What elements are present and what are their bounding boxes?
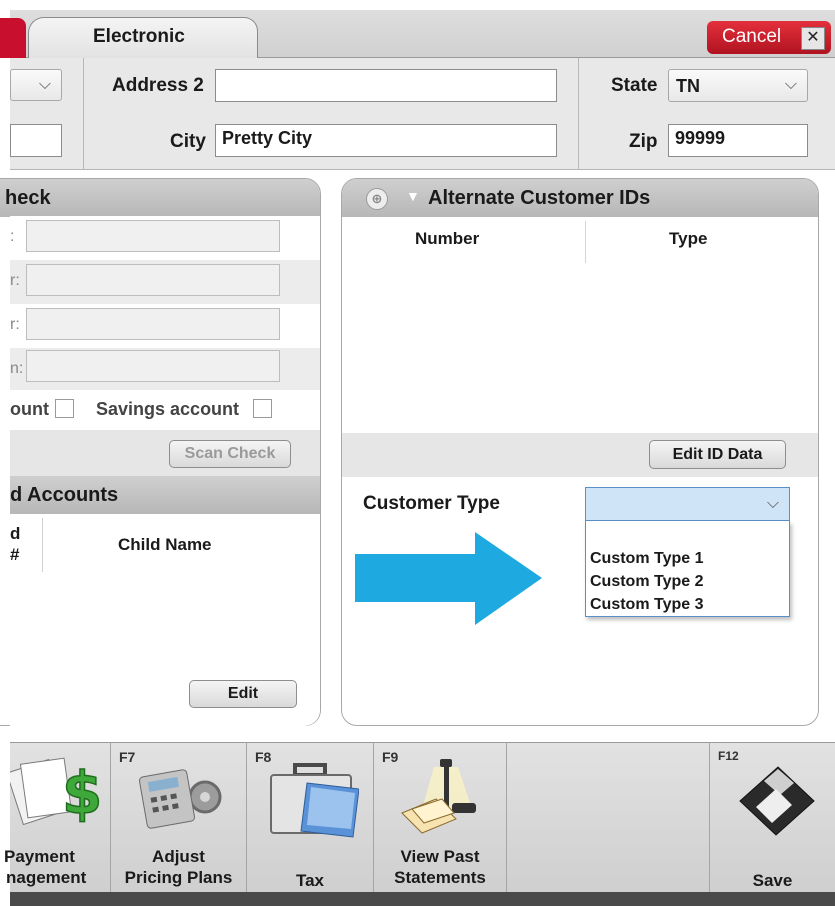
number-column-header: Number bbox=[415, 229, 480, 248]
savings-account-checkbox[interactable] bbox=[253, 399, 272, 418]
child-accounts-table: d # Child Name Edit bbox=[10, 514, 320, 726]
check-row: r: bbox=[10, 304, 320, 348]
address2-field[interactable] bbox=[215, 69, 557, 102]
customer-type-dropdown: Custom Type 1 Custom Type 2 Custom Type … bbox=[585, 521, 790, 617]
tab-electronic-label: Electronic bbox=[93, 26, 185, 47]
cancel-button[interactable]: Cancel ✕ bbox=[707, 21, 831, 54]
dropdown-option[interactable]: Custom Type 2 bbox=[590, 570, 704, 593]
divider bbox=[578, 58, 579, 170]
type-column-header: Type bbox=[669, 229, 708, 248]
payment-label-line1: Payment bbox=[4, 847, 75, 866]
check-row-label: : bbox=[10, 228, 15, 245]
check-row: r: bbox=[10, 260, 320, 304]
check-row-label: r: bbox=[10, 316, 20, 333]
zip-label: Zip bbox=[629, 131, 658, 152]
f12-key-label: F12 bbox=[718, 749, 739, 763]
statements-label-line1: View Past bbox=[400, 847, 480, 866]
expand-icon[interactable]: ⊕ bbox=[366, 188, 388, 210]
child-accounts-title: d Accounts bbox=[10, 484, 119, 506]
edit-id-data-button[interactable]: Edit ID Data bbox=[649, 440, 786, 469]
status-bar bbox=[10, 892, 835, 906]
pricing-label-line2: Pricing Plans bbox=[124, 868, 233, 887]
save-button[interactable]: F12 Save bbox=[710, 743, 835, 892]
divider bbox=[83, 58, 84, 170]
check-row: n: bbox=[10, 348, 320, 390]
city-label: City bbox=[170, 131, 206, 152]
country-select[interactable]: ⌵ bbox=[10, 69, 62, 101]
check-row-label: n: bbox=[10, 360, 24, 377]
chevron-down-icon: ⌵ bbox=[766, 495, 779, 512]
check-field-1[interactable] bbox=[26, 220, 280, 252]
check-panel-title: heck bbox=[5, 187, 51, 209]
tax-briefcase-icon bbox=[270, 763, 359, 838]
payment-label-line2: nagement bbox=[6, 868, 87, 887]
edit-child-button[interactable]: Edit bbox=[189, 680, 297, 708]
payment-management-button[interactable]: $ Payment nagement bbox=[4, 743, 110, 892]
address2-label: Address 2 bbox=[112, 75, 204, 96]
city-field[interactable]: Pretty City bbox=[215, 124, 557, 157]
tab-previous[interactable] bbox=[0, 18, 26, 58]
alternate-ids-header: ⊕ ▼ Alternate Customer IDs bbox=[342, 179, 818, 217]
tax-label: Tax bbox=[295, 871, 325, 890]
chevron-down-icon: ⌵ bbox=[38, 76, 51, 93]
close-icon[interactable]: ✕ bbox=[801, 27, 825, 50]
save-label: Save bbox=[752, 871, 793, 890]
customer-ids-panel: ⊕ ▼ Alternate Customer IDs Number Type E… bbox=[341, 178, 819, 726]
scan-row: Scan Check bbox=[10, 430, 320, 476]
payment-icon: $ bbox=[10, 757, 103, 827]
customer-type-select[interactable]: ⌵ bbox=[585, 487, 790, 521]
lamp-documents-icon bbox=[401, 759, 476, 834]
dropdown-option[interactable]: Custom Type 1 bbox=[590, 547, 704, 570]
calculator-gear-icon bbox=[138, 769, 222, 829]
state-label: State bbox=[611, 75, 658, 96]
statements-label-line2: Statements bbox=[394, 868, 486, 887]
customer-type-label: Customer Type bbox=[363, 493, 500, 514]
child-number-header-line2: # bbox=[10, 545, 20, 564]
blue-arrow-icon bbox=[355, 532, 542, 625]
edit-id-row: Edit ID Data bbox=[342, 433, 818, 477]
checking-account-checkbox[interactable] bbox=[55, 399, 74, 418]
chevron-down-icon: ⌵ bbox=[784, 76, 797, 93]
check-panel-header: heck bbox=[0, 179, 320, 217]
child-name-header: Child Name bbox=[118, 535, 212, 554]
adjust-pricing-plans-button[interactable]: F7 Adjust Pricing Plans bbox=[111, 743, 246, 892]
scan-check-button[interactable]: Scan Check bbox=[169, 440, 291, 468]
savings-account-label: Savings account bbox=[96, 399, 240, 419]
svg-text:$: $ bbox=[62, 759, 102, 827]
check-field-4[interactable] bbox=[26, 350, 280, 382]
triangle-down-icon[interactable]: ▼ bbox=[406, 188, 420, 204]
tab-electronic[interactable]: Electronic bbox=[28, 17, 258, 59]
account-type-row: ount Savings account bbox=[10, 390, 320, 430]
alternate-ids-title: Alternate Customer IDs bbox=[428, 187, 651, 209]
check-field-2[interactable] bbox=[26, 264, 280, 296]
divider bbox=[506, 742, 507, 892]
view-past-statements-button[interactable]: F9 View Past Statements bbox=[374, 743, 506, 892]
top-strip bbox=[0, 0, 835, 10]
check-row: : bbox=[10, 216, 320, 260]
state-select-value: TN bbox=[676, 76, 700, 96]
tax-button[interactable]: F8 Tax bbox=[247, 743, 373, 892]
alternate-ids-table: Number Type bbox=[342, 217, 818, 433]
address-left-field[interactable] bbox=[10, 124, 62, 157]
check-field-3[interactable] bbox=[26, 308, 280, 340]
checking-account-label: ount bbox=[10, 399, 49, 419]
child-accounts-header: d Accounts bbox=[10, 476, 320, 514]
state-select[interactable]: TN ⌵ bbox=[668, 69, 808, 102]
cancel-button-label: Cancel bbox=[722, 26, 782, 47]
dropdown-option[interactable]: Custom Type 3 bbox=[590, 593, 704, 616]
zip-field[interactable]: 99999 bbox=[668, 124, 808, 157]
column-divider bbox=[585, 221, 586, 263]
floppy-disk-icon bbox=[739, 766, 815, 836]
pricing-label-line1: Adjust bbox=[152, 847, 205, 866]
column-divider bbox=[42, 518, 43, 572]
child-number-header-line1: d bbox=[10, 524, 21, 543]
check-row-label: r: bbox=[10, 272, 20, 289]
